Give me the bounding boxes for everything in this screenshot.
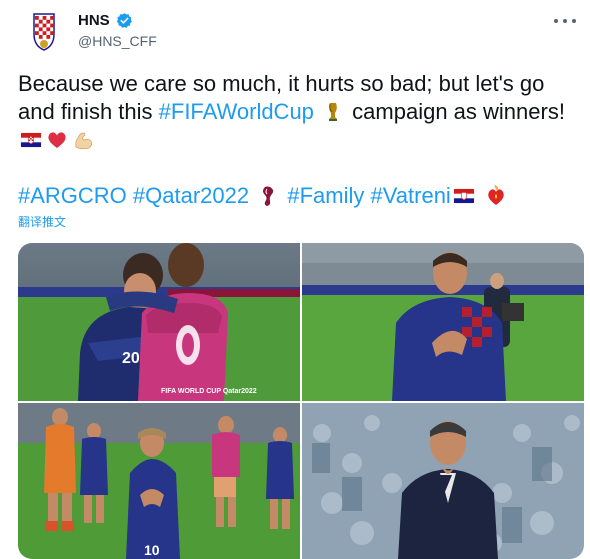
vatreni-heart-icon bbox=[488, 185, 504, 205]
flexed-biceps-icon bbox=[75, 132, 93, 150]
shirt-number-label: 20 bbox=[122, 350, 140, 367]
world-cup-trophy-icon bbox=[329, 103, 338, 121]
media-grid: 20 FIFA WORLD CUP Qatar2022 10 bbox=[18, 243, 584, 559]
tweet-header: HNS @HNS_CFF bbox=[16, 8, 576, 56]
hashtag-argcro[interactable]: #ARGCRO bbox=[18, 183, 127, 208]
qatar-2022-emblem-icon bbox=[263, 186, 274, 206]
photo-player-applauding[interactable] bbox=[302, 243, 584, 401]
croatia-flag-icon bbox=[453, 188, 475, 204]
fifa-world-cup-bib-text: FIFA WORLD CUP Qatar2022 bbox=[161, 388, 257, 395]
hashtag-qatar2022[interactable]: #Qatar2022 bbox=[133, 183, 249, 208]
red-heart-icon bbox=[48, 132, 66, 148]
croatia-football-crest-icon bbox=[20, 8, 68, 56]
verified-badge-icon bbox=[116, 13, 133, 29]
hashtag-family[interactable]: #Family bbox=[287, 183, 364, 208]
shirt-number-label: 10 bbox=[144, 542, 160, 558]
author-names: HNS @HNS_CFF bbox=[78, 12, 157, 49]
photo-team-applauding-fans[interactable]: 10 bbox=[18, 403, 300, 559]
photo-players-embrace[interactable]: 20 FIFA WORLD CUP Qatar2022 bbox=[18, 243, 300, 401]
photo-coach-thinking[interactable] bbox=[302, 403, 584, 559]
translate-tweet-link[interactable]: 翻译推文 bbox=[18, 213, 66, 230]
tweet-text: Because we care so much, it hurts so bad… bbox=[18, 70, 578, 154]
croatia-flag-icon bbox=[20, 132, 42, 148]
hashtag-vatreni[interactable]: #Vatreni bbox=[371, 183, 451, 208]
more-options-icon[interactable] bbox=[554, 12, 576, 30]
tweet-text-part2: campaign as winners! bbox=[346, 99, 565, 124]
author-handle[interactable]: @HNS_CFF bbox=[78, 33, 157, 49]
avatar[interactable] bbox=[20, 8, 68, 56]
author-display-name[interactable]: HNS bbox=[78, 12, 110, 29]
hashtags-line: #ARGCRO #Qatar2022 #Family #Vatreni bbox=[18, 182, 578, 210]
hashtag-fifaworldcup[interactable]: #FIFAWorldCup bbox=[159, 99, 314, 124]
